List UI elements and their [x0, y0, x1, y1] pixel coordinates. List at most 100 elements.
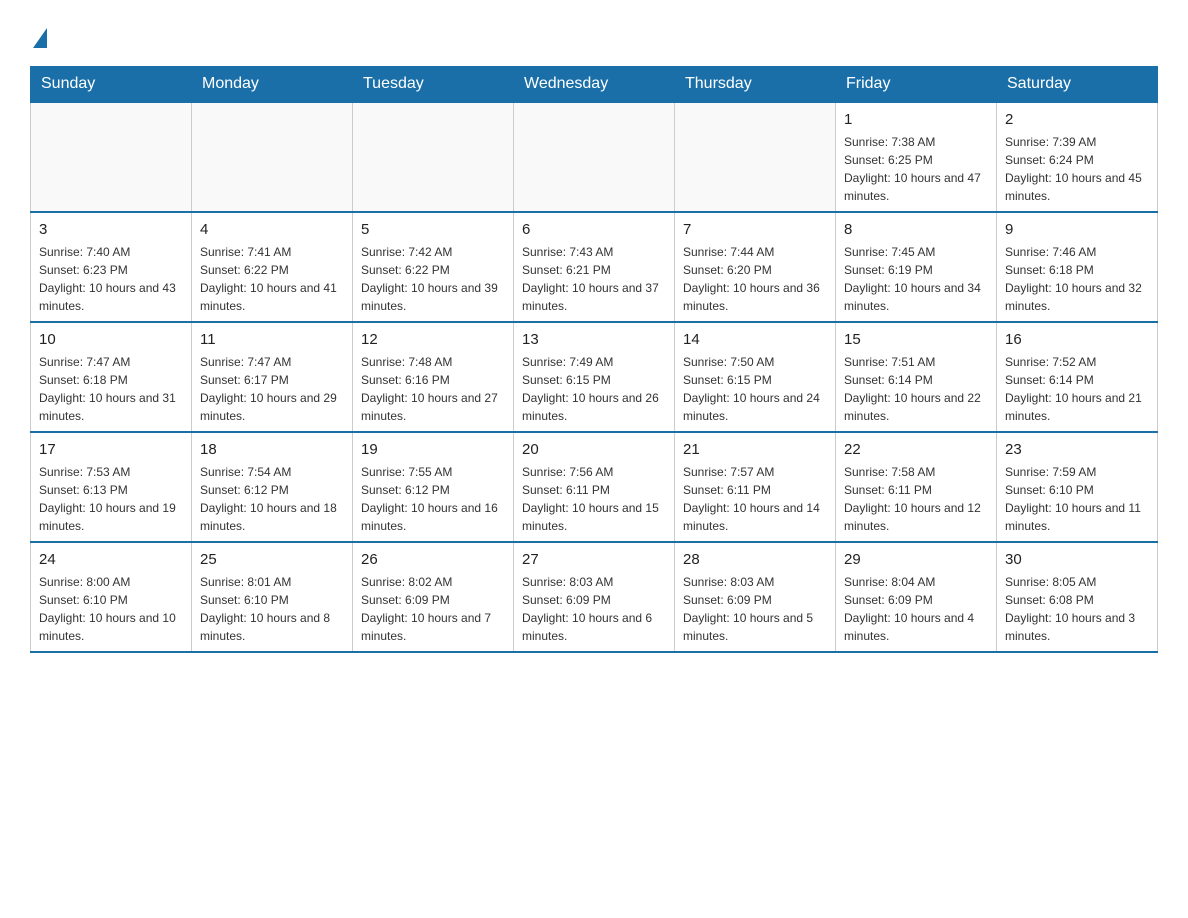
calendar-table: SundayMondayTuesdayWednesdayThursdayFrid…	[30, 66, 1158, 653]
calendar-week-row: 10Sunrise: 7:47 AM Sunset: 6:18 PM Dayli…	[31, 322, 1158, 432]
day-info: Sunrise: 7:41 AM Sunset: 6:22 PM Dayligh…	[200, 243, 344, 315]
day-info: Sunrise: 8:04 AM Sunset: 6:09 PM Dayligh…	[844, 573, 988, 645]
calendar-day-cell: 3Sunrise: 7:40 AM Sunset: 6:23 PM Daylig…	[31, 212, 192, 322]
day-number: 14	[683, 329, 827, 351]
day-info: Sunrise: 8:01 AM Sunset: 6:10 PM Dayligh…	[200, 573, 344, 645]
day-info: Sunrise: 7:45 AM Sunset: 6:19 PM Dayligh…	[844, 243, 988, 315]
day-number: 24	[39, 549, 183, 571]
day-info: Sunrise: 7:55 AM Sunset: 6:12 PM Dayligh…	[361, 463, 505, 535]
calendar-day-cell: 19Sunrise: 7:55 AM Sunset: 6:12 PM Dayli…	[353, 432, 514, 542]
calendar-day-cell: 11Sunrise: 7:47 AM Sunset: 6:17 PM Dayli…	[192, 322, 353, 432]
calendar-day-cell: 15Sunrise: 7:51 AM Sunset: 6:14 PM Dayli…	[836, 322, 997, 432]
day-info: Sunrise: 7:48 AM Sunset: 6:16 PM Dayligh…	[361, 353, 505, 425]
day-info: Sunrise: 8:05 AM Sunset: 6:08 PM Dayligh…	[1005, 573, 1149, 645]
day-info: Sunrise: 7:52 AM Sunset: 6:14 PM Dayligh…	[1005, 353, 1149, 425]
day-info: Sunrise: 8:02 AM Sunset: 6:09 PM Dayligh…	[361, 573, 505, 645]
calendar-day-cell: 28Sunrise: 8:03 AM Sunset: 6:09 PM Dayli…	[675, 542, 836, 652]
calendar-day-cell: 17Sunrise: 7:53 AM Sunset: 6:13 PM Dayli…	[31, 432, 192, 542]
day-number: 10	[39, 329, 183, 351]
day-info: Sunrise: 8:03 AM Sunset: 6:09 PM Dayligh…	[683, 573, 827, 645]
day-of-week-header: Tuesday	[353, 67, 514, 103]
calendar-day-cell: 7Sunrise: 7:44 AM Sunset: 6:20 PM Daylig…	[675, 212, 836, 322]
calendar-day-cell: 4Sunrise: 7:41 AM Sunset: 6:22 PM Daylig…	[192, 212, 353, 322]
calendar-day-cell: 14Sunrise: 7:50 AM Sunset: 6:15 PM Dayli…	[675, 322, 836, 432]
calendar-day-cell: 12Sunrise: 7:48 AM Sunset: 6:16 PM Dayli…	[353, 322, 514, 432]
day-number: 25	[200, 549, 344, 571]
day-number: 13	[522, 329, 666, 351]
calendar-day-cell	[514, 102, 675, 212]
day-number: 5	[361, 219, 505, 241]
day-info: Sunrise: 7:44 AM Sunset: 6:20 PM Dayligh…	[683, 243, 827, 315]
day-number: 27	[522, 549, 666, 571]
day-info: Sunrise: 7:43 AM Sunset: 6:21 PM Dayligh…	[522, 243, 666, 315]
day-number: 15	[844, 329, 988, 351]
calendar-week-row: 1Sunrise: 7:38 AM Sunset: 6:25 PM Daylig…	[31, 102, 1158, 212]
day-of-week-header: Sunday	[31, 67, 192, 103]
day-number: 4	[200, 219, 344, 241]
day-number: 21	[683, 439, 827, 461]
calendar-day-cell: 30Sunrise: 8:05 AM Sunset: 6:08 PM Dayli…	[997, 542, 1158, 652]
calendar-day-cell: 21Sunrise: 7:57 AM Sunset: 6:11 PM Dayli…	[675, 432, 836, 542]
calendar-day-cell: 2Sunrise: 7:39 AM Sunset: 6:24 PM Daylig…	[997, 102, 1158, 212]
calendar-day-cell	[353, 102, 514, 212]
day-info: Sunrise: 7:46 AM Sunset: 6:18 PM Dayligh…	[1005, 243, 1149, 315]
calendar-day-cell: 10Sunrise: 7:47 AM Sunset: 6:18 PM Dayli…	[31, 322, 192, 432]
day-number: 9	[1005, 219, 1149, 241]
calendar-day-cell: 27Sunrise: 8:03 AM Sunset: 6:09 PM Dayli…	[514, 542, 675, 652]
calendar-header-row: SundayMondayTuesdayWednesdayThursdayFrid…	[31, 67, 1158, 103]
day-info: Sunrise: 8:00 AM Sunset: 6:10 PM Dayligh…	[39, 573, 183, 645]
calendar-day-cell: 5Sunrise: 7:42 AM Sunset: 6:22 PM Daylig…	[353, 212, 514, 322]
day-number: 2	[1005, 109, 1149, 131]
calendar-day-cell: 8Sunrise: 7:45 AM Sunset: 6:19 PM Daylig…	[836, 212, 997, 322]
day-info: Sunrise: 7:58 AM Sunset: 6:11 PM Dayligh…	[844, 463, 988, 535]
day-number: 22	[844, 439, 988, 461]
day-info: Sunrise: 7:38 AM Sunset: 6:25 PM Dayligh…	[844, 133, 988, 205]
calendar-day-cell: 26Sunrise: 8:02 AM Sunset: 6:09 PM Dayli…	[353, 542, 514, 652]
day-number: 28	[683, 549, 827, 571]
calendar-day-cell: 18Sunrise: 7:54 AM Sunset: 6:12 PM Dayli…	[192, 432, 353, 542]
day-number: 20	[522, 439, 666, 461]
day-of-week-header: Monday	[192, 67, 353, 103]
day-info: Sunrise: 7:53 AM Sunset: 6:13 PM Dayligh…	[39, 463, 183, 535]
day-info: Sunrise: 7:57 AM Sunset: 6:11 PM Dayligh…	[683, 463, 827, 535]
calendar-day-cell: 23Sunrise: 7:59 AM Sunset: 6:10 PM Dayli…	[997, 432, 1158, 542]
calendar-day-cell: 29Sunrise: 8:04 AM Sunset: 6:09 PM Dayli…	[836, 542, 997, 652]
day-number: 23	[1005, 439, 1149, 461]
calendar-day-cell: 25Sunrise: 8:01 AM Sunset: 6:10 PM Dayli…	[192, 542, 353, 652]
day-info: Sunrise: 7:47 AM Sunset: 6:17 PM Dayligh…	[200, 353, 344, 425]
day-info: Sunrise: 8:03 AM Sunset: 6:09 PM Dayligh…	[522, 573, 666, 645]
calendar-week-row: 24Sunrise: 8:00 AM Sunset: 6:10 PM Dayli…	[31, 542, 1158, 652]
day-number: 17	[39, 439, 183, 461]
calendar-day-cell: 24Sunrise: 8:00 AM Sunset: 6:10 PM Dayli…	[31, 542, 192, 652]
calendar-day-cell: 20Sunrise: 7:56 AM Sunset: 6:11 PM Dayli…	[514, 432, 675, 542]
calendar-week-row: 17Sunrise: 7:53 AM Sunset: 6:13 PM Dayli…	[31, 432, 1158, 542]
calendar-day-cell: 9Sunrise: 7:46 AM Sunset: 6:18 PM Daylig…	[997, 212, 1158, 322]
day-number: 26	[361, 549, 505, 571]
calendar-day-cell: 6Sunrise: 7:43 AM Sunset: 6:21 PM Daylig…	[514, 212, 675, 322]
day-number: 8	[844, 219, 988, 241]
day-info: Sunrise: 7:49 AM Sunset: 6:15 PM Dayligh…	[522, 353, 666, 425]
calendar-day-cell	[31, 102, 192, 212]
day-of-week-header: Wednesday	[514, 67, 675, 103]
calendar-day-cell	[675, 102, 836, 212]
day-of-week-header: Thursday	[675, 67, 836, 103]
day-of-week-header: Friday	[836, 67, 997, 103]
day-info: Sunrise: 7:47 AM Sunset: 6:18 PM Dayligh…	[39, 353, 183, 425]
day-number: 18	[200, 439, 344, 461]
day-number: 16	[1005, 329, 1149, 351]
day-number: 7	[683, 219, 827, 241]
day-number: 11	[200, 329, 344, 351]
day-info: Sunrise: 7:40 AM Sunset: 6:23 PM Dayligh…	[39, 243, 183, 315]
day-info: Sunrise: 7:50 AM Sunset: 6:15 PM Dayligh…	[683, 353, 827, 425]
day-of-week-header: Saturday	[997, 67, 1158, 103]
calendar-day-cell	[192, 102, 353, 212]
calendar-day-cell: 1Sunrise: 7:38 AM Sunset: 6:25 PM Daylig…	[836, 102, 997, 212]
calendar-week-row: 3Sunrise: 7:40 AM Sunset: 6:23 PM Daylig…	[31, 212, 1158, 322]
day-info: Sunrise: 7:54 AM Sunset: 6:12 PM Dayligh…	[200, 463, 344, 535]
calendar-day-cell: 22Sunrise: 7:58 AM Sunset: 6:11 PM Dayli…	[836, 432, 997, 542]
day-number: 1	[844, 109, 988, 131]
page-header	[30, 20, 1158, 46]
calendar-day-cell: 16Sunrise: 7:52 AM Sunset: 6:14 PM Dayli…	[997, 322, 1158, 432]
day-number: 29	[844, 549, 988, 571]
day-info: Sunrise: 7:51 AM Sunset: 6:14 PM Dayligh…	[844, 353, 988, 425]
